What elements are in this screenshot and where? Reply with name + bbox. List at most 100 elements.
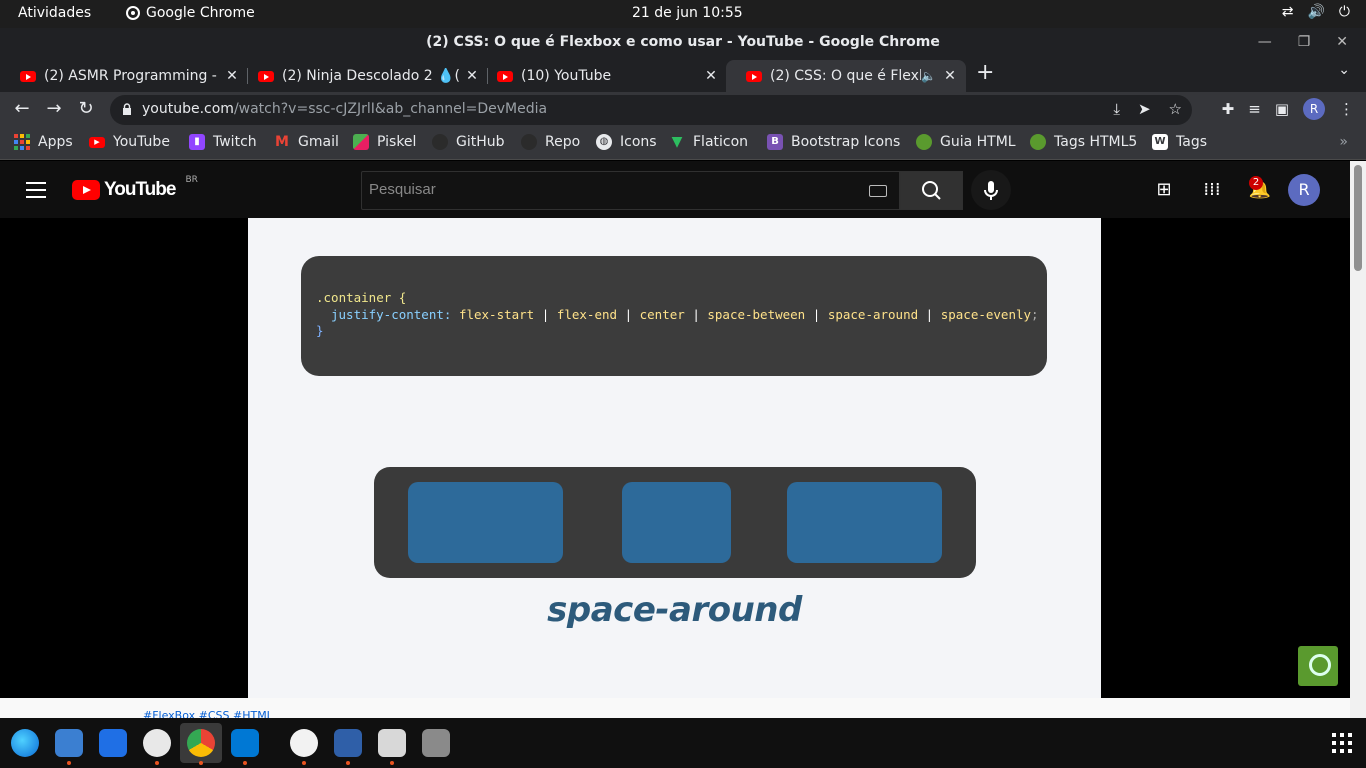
bookmark-twitch[interactable]: ▮ Twitch: [189, 134, 257, 150]
guide-menu-icon[interactable]: [26, 182, 46, 203]
bookmark-guia-html[interactable]: Guia HTML: [916, 134, 1016, 150]
search-input[interactable]: Pesquisar: [361, 171, 900, 210]
globe-icon: ◍: [596, 134, 612, 150]
maximize-button[interactable]: ❐: [1298, 28, 1311, 56]
apps-grid-icon: [14, 134, 30, 150]
tab[interactable]: (10) YouTube ✕: [477, 60, 727, 92]
lock-icon[interactable]: [122, 103, 132, 115]
bookmark-piskel[interactable]: Piskel: [353, 134, 416, 150]
bookmark-flaticon[interactable]: ▼ Flaticon: [669, 134, 748, 150]
profile-avatar[interactable]: R: [1303, 98, 1325, 120]
bookmark-gmail[interactable]: M Gmail: [274, 134, 339, 150]
youtube-favicon-icon: [20, 70, 36, 82]
create-video-icon[interactable]: ⊞: [1140, 178, 1188, 202]
bookmark-label: Piskel: [377, 134, 417, 150]
keyboard-icon[interactable]: [869, 185, 887, 197]
bookmark-tags-html5[interactable]: Tags HTML5: [1030, 134, 1137, 150]
trash-icon[interactable]: [422, 729, 450, 757]
code-snippet: .container { justify-content: flex-start…: [301, 256, 1047, 376]
vscode-icon[interactable]: [231, 729, 259, 757]
youtube-logo[interactable]: YouTube BR: [72, 175, 198, 201]
new-tab-button[interactable]: +: [976, 60, 994, 85]
more-bookmarks-chevron-icon[interactable]: »: [1339, 134, 1348, 150]
close-window-button[interactable]: ✕: [1336, 28, 1348, 56]
back-button[interactable]: ←: [10, 98, 34, 119]
github-icon: [432, 134, 448, 150]
bookmark-label: Repo: [545, 134, 581, 150]
video-frame[interactable]: .container { justify-content: flex-start…: [248, 218, 1101, 698]
piskel-icon: [353, 134, 369, 150]
audio-playing-icon[interactable]: 🔈: [921, 69, 936, 83]
bookmark-apps[interactable]: Apps: [14, 134, 73, 150]
tab-title: (2) CSS: O que é Flexbo: [770, 68, 922, 84]
code-value: flex-start: [458, 306, 535, 322]
address-bar[interactable]: youtube.com/watch?v=ssc-cJZJrlI&ab_chann…: [110, 95, 1192, 125]
flex-item: [787, 482, 942, 563]
close-tab-icon[interactable]: ✕: [701, 68, 721, 84]
browser-toolbar: ← → ↻ youtube.com/watch?v=ssc-cJZJrlI&ab…: [0, 92, 1366, 128]
apps-icon[interactable]: ⁞⁞⁞: [1188, 178, 1236, 202]
flaticon-icon: ▼: [671, 134, 683, 150]
reload-button[interactable]: ↻: [74, 98, 98, 119]
code-selector: .container {: [316, 290, 407, 305]
bookmark-star-icon[interactable]: ☆: [1169, 100, 1182, 118]
youtube-icon: ▶: [89, 136, 105, 148]
bookmark-icons[interactable]: ◍ Icons: [596, 134, 657, 150]
clock-app-icon[interactable]: [290, 729, 318, 757]
tab[interactable]: (2) ASMR Programming - C ✕: [0, 60, 248, 92]
send-icon[interactable]: ➤: [1138, 100, 1151, 118]
tab-search-button[interactable]: ⌄: [1338, 62, 1350, 78]
bootstrap-icon: B: [767, 134, 783, 150]
url-path: /watch?v=ssc-cJZJrlI&ab_channel=DevMedia: [233, 101, 548, 117]
media-control-icon[interactable]: ≡: [1248, 100, 1261, 118]
github-icon: [521, 134, 537, 150]
tab[interactable]: (2) Ninja Descolado 2 💧( ✕: [238, 60, 488, 92]
scrollbar-thumb[interactable]: [1354, 165, 1362, 271]
close-tab-icon[interactable]: ✕: [940, 68, 960, 84]
store-bag-icon[interactable]: [99, 729, 127, 757]
bookmark-label: YouTube: [113, 134, 170, 150]
clock[interactable]: 21 de jun 10:55: [632, 5, 743, 21]
minimize-button[interactable]: —: [1258, 28, 1272, 56]
bookmark-label: Bootstrap Icons: [791, 134, 901, 150]
system-tray[interactable]: ⇄ 🔊 ⏻: [1282, 4, 1350, 20]
chrome-indicator-icon: [126, 6, 140, 20]
page-scrollbar[interactable]: [1350, 161, 1366, 718]
bookmark-repo[interactable]: Repo: [521, 134, 580, 150]
chrome-icon[interactable]: [187, 729, 215, 757]
url-text[interactable]: youtube.com/watch?v=ssc-cJZJrlI&ab_chann…: [142, 101, 547, 117]
bookmark-youtube[interactable]: ▶ YouTube: [89, 134, 170, 150]
network-icon: ⇄: [1281, 4, 1294, 20]
forward-button[interactable]: →: [42, 98, 66, 119]
bookmark-tags[interactable]: W Tags: [1152, 134, 1207, 150]
removable-drive-icon[interactable]: [378, 729, 406, 757]
code-semicolon: ;: [1031, 306, 1039, 322]
url-host: youtube.com: [142, 101, 234, 117]
chrome-menu-icon[interactable]: ⋮: [1339, 100, 1354, 118]
files-icon[interactable]: [55, 729, 83, 757]
w3-icon: W: [1152, 134, 1168, 150]
bookmark-label: GitHub: [456, 134, 505, 150]
text-editor-icon[interactable]: [334, 729, 362, 757]
show-apps-grid-icon[interactable]: [1332, 733, 1352, 753]
github-desktop-icon[interactable]: [143, 729, 171, 757]
voice-search-button[interactable]: [971, 170, 1011, 210]
side-panel-icon[interactable]: ▣: [1275, 100, 1289, 118]
youtube-logo-text: YouTube: [104, 179, 176, 200]
window-title-bar: (2) CSS: O que é Flexbox e como usar - Y…: [0, 28, 1366, 56]
youtube-favicon-icon: [746, 70, 762, 82]
bookmark-bootstrap-icons[interactable]: B Bootstrap Icons: [767, 134, 900, 150]
code-closing-brace: }: [316, 323, 324, 338]
tab-active[interactable]: (2) CSS: O que é Flexbo 🔈 ✕: [726, 60, 966, 92]
extensions-icon[interactable]: ✚: [1222, 100, 1235, 118]
video-caption: space-around: [547, 590, 802, 630]
bookmark-github[interactable]: GitHub: [432, 134, 505, 150]
search-button[interactable]: [900, 171, 963, 210]
app-menu[interactable]: Google Chrome: [126, 5, 255, 21]
activities-button[interactable]: Atividades: [18, 5, 91, 21]
edge-browser-icon[interactable]: [11, 729, 39, 757]
install-app-icon[interactable]: ⤓: [1113, 100, 1120, 118]
bookmark-label: Icons: [620, 134, 657, 150]
window-title: (2) CSS: O que é Flexbox e como usar - Y…: [426, 34, 940, 50]
account-avatar[interactable]: R: [1288, 174, 1320, 206]
